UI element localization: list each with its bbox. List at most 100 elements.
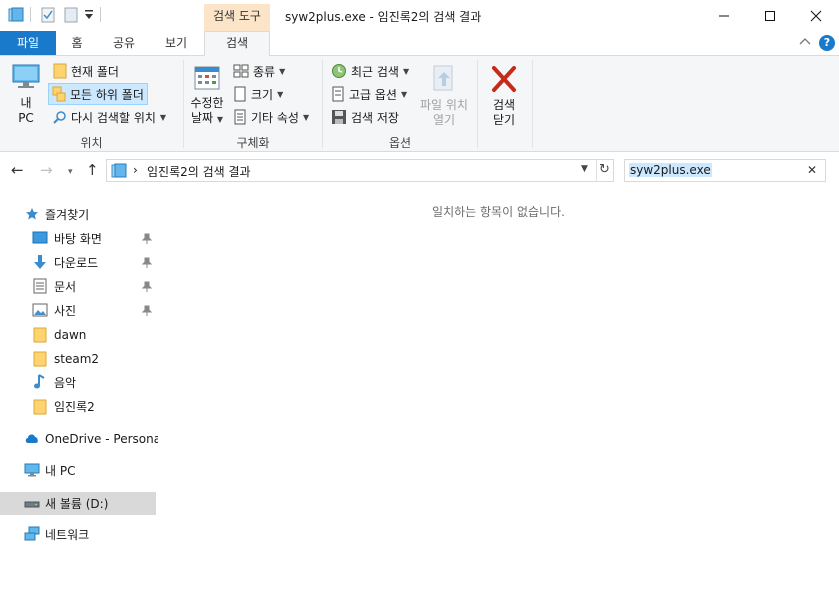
close-search-label-line2: 닫기 [492,113,516,127]
open-location-icon [433,65,453,91]
pin-icon [141,281,153,293]
search-again-label: 다시 검색할 위치 [71,110,156,125]
search-box[interactable]: syw2plus.exe ✕ [624,159,826,182]
computer-icon [24,462,40,478]
desktop-icon [32,231,48,247]
tab-share[interactable]: 공유 [104,31,144,55]
refine-group-label: 구체화 [236,136,270,150]
nav-item-steam2[interactable]: steam2 [0,347,156,370]
nav-item-pictures[interactable]: 사진 [0,299,156,322]
nav-network[interactable]: 네트워크 [0,523,156,546]
navigation-pane: 즐겨찾기 바탕 화면 다운로드 문서 사진 dawn steam2 음악 임진록… [0,189,164,614]
download-icon [32,254,48,270]
title-bar: 검색 도구 syw2plus.exe - 임진록2의 검색 결과 [0,0,839,31]
advanced-options-icon [332,86,344,102]
refresh-icon[interactable]: ↻ [599,162,610,177]
kind-button[interactable]: 종류 ▼ [230,60,288,82]
search-tools-context-label: 검색 도구 [204,4,270,31]
location-group-label: 위치 [80,136,103,150]
address-dropdown-chevron-icon[interactable]: ▼ [581,164,588,174]
maximize-button[interactable] [747,0,793,31]
toolbar-divider [100,7,101,22]
search-input[interactable]: syw2plus.exe [629,163,712,177]
nav-item-dawn[interactable]: dawn [0,323,156,346]
documents-icon [33,278,49,294]
ribbon-tab-row: 파일 홈 공유 보기 검색 ? [0,31,839,56]
explorer-app-icon[interactable] [8,7,24,26]
date-modified-button[interactable]: 수정한 날짜 ▼ [187,64,227,127]
pin-icon [141,257,153,269]
nav-item-music[interactable]: 음악 [0,371,156,394]
current-folder-button[interactable]: 현재 폴더 [50,60,122,82]
navigation-bar: ← → ▾ ↑ › 임진록2의 검색 결과 ▼ ↻ syw2plus.exe ✕ [0,152,839,189]
tab-home[interactable]: 홈 [60,31,94,55]
save-icon [332,110,346,124]
pin-icon [141,233,153,245]
other-properties-button[interactable]: 기타 속성 ▼ [230,106,312,128]
recent-searches-button[interactable]: 최근 검색 ▼ [328,60,412,82]
up-arrow-icon[interactable]: ↑ [86,162,99,178]
size-label: 크기 [251,87,274,102]
folder-icon [33,327,49,343]
nav-quick-access-label: 즐겨찾기 [45,208,90,222]
file-list-area[interactable]: 일치하는 항목이 없습니다. [158,189,839,614]
folder-icon [33,351,49,367]
tab-view[interactable]: 보기 [156,31,196,55]
properties-icon[interactable] [40,7,56,26]
music-icon [33,374,49,390]
new-folder-icon[interactable] [63,7,79,26]
open-file-location-button[interactable]: 파일 위치 열기 [416,64,472,128]
close-window-button[interactable] [793,0,839,31]
breadcrumb-separator[interactable]: › [133,163,138,177]
save-search-button[interactable]: 검색 저장 [328,106,402,128]
search-results-folder-icon [111,163,127,182]
all-subfolders-label: 모든 하위 폴더 [70,87,144,102]
all-subfolders-button[interactable]: 모든 하위 폴더 [48,83,148,105]
pin-icon [141,305,153,317]
forward-arrow-icon[interactable]: → [40,162,53,178]
nav-new-volume-d[interactable]: 새 볼륨 (D:) [0,492,156,515]
nav-item-documents[interactable]: 문서 [0,275,156,298]
properties-doc-icon [234,109,246,125]
nav-onedrive[interactable]: OneDrive - Personal [0,427,164,450]
group-divider [477,60,478,148]
nav-item-imjinrok2[interactable]: 임진록2 [0,395,156,418]
search-again-icon [53,111,66,124]
nav-item-label: dawn [54,327,87,342]
back-arrow-icon[interactable]: ← [11,162,24,178]
star-icon [25,207,41,223]
advanced-options-label: 고급 옵션 [349,87,397,102]
nav-this-pc[interactable]: 내 PC [0,459,156,482]
nav-item-downloads[interactable]: 다운로드 [0,251,156,274]
minimize-button[interactable] [701,0,747,31]
nav-item-label: 바탕 화면 [54,232,102,246]
nav-new-volume-label: 새 볼륨 (D:) [45,497,109,511]
close-search-button[interactable]: 검색 닫기 [482,64,526,128]
recent-locations-chevron-icon[interactable]: ▾ [68,164,73,180]
computer-icon [12,64,40,88]
clear-search-icon[interactable]: ✕ [807,163,817,177]
search-again-in-button[interactable]: 다시 검색할 위치 ▼ [50,106,169,128]
folder-icon [33,399,49,415]
subfolders-icon [52,86,66,102]
toolbar-divider [30,7,31,22]
other-properties-label: 기타 속성 [251,110,299,125]
breadcrumb-path[interactable]: 임진록2의 검색 결과 [147,163,251,180]
nav-item-label: 임진록2 [54,400,95,414]
nav-network-label: 네트워크 [45,528,90,542]
tab-search[interactable]: 검색 [204,31,270,56]
calendar-icon [194,66,220,90]
tab-file[interactable]: 파일 [0,31,56,55]
nav-item-desktop[interactable]: 바탕 화면 [0,227,156,250]
size-button[interactable]: 크기 ▼ [230,83,286,105]
nav-item-label: 사진 [54,304,77,318]
window-title: syw2plus.exe - 임진록2의 검색 결과 [285,10,482,24]
options-group-label: 옵션 [388,136,412,150]
customize-toolbar-dropdown-icon[interactable] [84,9,94,24]
collapse-ribbon-icon[interactable] [798,35,812,49]
this-pc-button[interactable]: 내 PC [8,62,44,126]
help-icon[interactable]: ? [819,35,835,51]
address-bar[interactable]: › 임진록2의 검색 결과 ▼ ↻ [106,159,614,182]
advanced-options-button[interactable]: 고급 옵션 ▼ [328,83,410,105]
nav-quick-access[interactable]: 즐겨찾기 [0,203,156,226]
